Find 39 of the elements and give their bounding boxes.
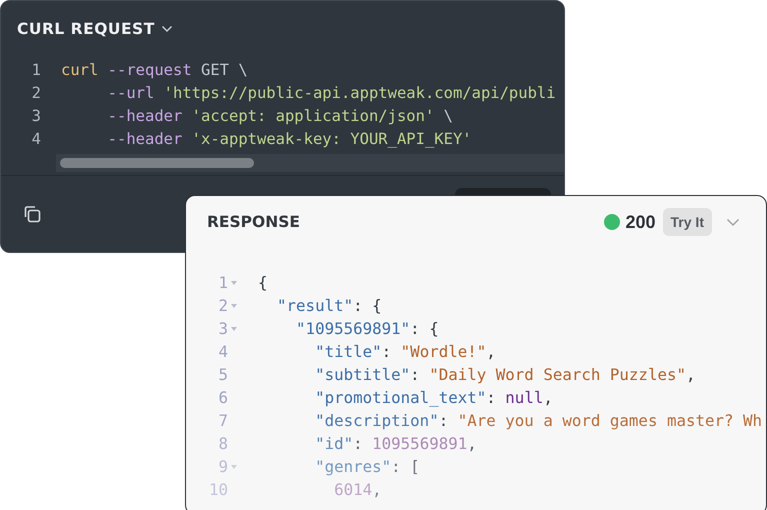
copy-icon[interactable] (22, 204, 42, 224)
code-line: curl --request GET \ (61, 60, 248, 78)
line-number: 4 (30, 130, 41, 148)
line-number: 8 (217, 434, 228, 453)
code-line: "id": 1095569891, (314, 434, 477, 453)
code-line: "1095569891": { (295, 319, 439, 338)
code-line: --url 'https://public-api.apptweak.com/api/publi (106, 84, 556, 102)
chevron-icon[interactable] (160, 25, 173, 33)
status-code: 200 (625, 212, 656, 232)
fold-icon[interactable] (230, 302, 238, 308)
code-line: "result": { (276, 296, 382, 315)
fold-icon[interactable] (230, 326, 238, 332)
try-it-button[interactable]: Try It (662, 208, 712, 236)
code-line: "genres": [ (314, 457, 420, 476)
line-number: 3 (217, 319, 228, 338)
code-line: --header 'accept: application/json' \ (106, 106, 453, 124)
line-number: 1 (217, 273, 228, 292)
code-line: --header 'x-apptweak-key: YOUR_API_KEY' (106, 130, 472, 148)
fold-icon[interactable] (230, 464, 238, 470)
panel-title: CURL REQUEST (17, 20, 155, 38)
panel-title: RESPONSE (207, 213, 301, 231)
line-number: 6 (217, 388, 228, 407)
code-line: "description": "Are you a word games master? Wh (314, 411, 762, 430)
line-number: 5 (217, 365, 228, 384)
line-number: 2 (217, 296, 228, 315)
status-dot (604, 214, 620, 230)
line-number: 3 (30, 106, 41, 124)
code-line: { (258, 273, 268, 292)
line-number: 4 (217, 342, 228, 361)
code-line: "subtitle": "Daily Word Search Puzzles", (314, 365, 696, 384)
code-line: "title": "Wordle!", (314, 342, 496, 361)
line-number: 1 (30, 60, 41, 78)
line-number: 9 (217, 457, 228, 476)
fold-icon[interactable] (230, 280, 238, 286)
line-number: 7 (217, 411, 228, 430)
code-line: "promotional_text": null, (314, 388, 553, 407)
scrollbar[interactable] (56, 154, 564, 172)
line-number: 2 (30, 84, 41, 102)
code-line: 6014, (333, 480, 382, 499)
